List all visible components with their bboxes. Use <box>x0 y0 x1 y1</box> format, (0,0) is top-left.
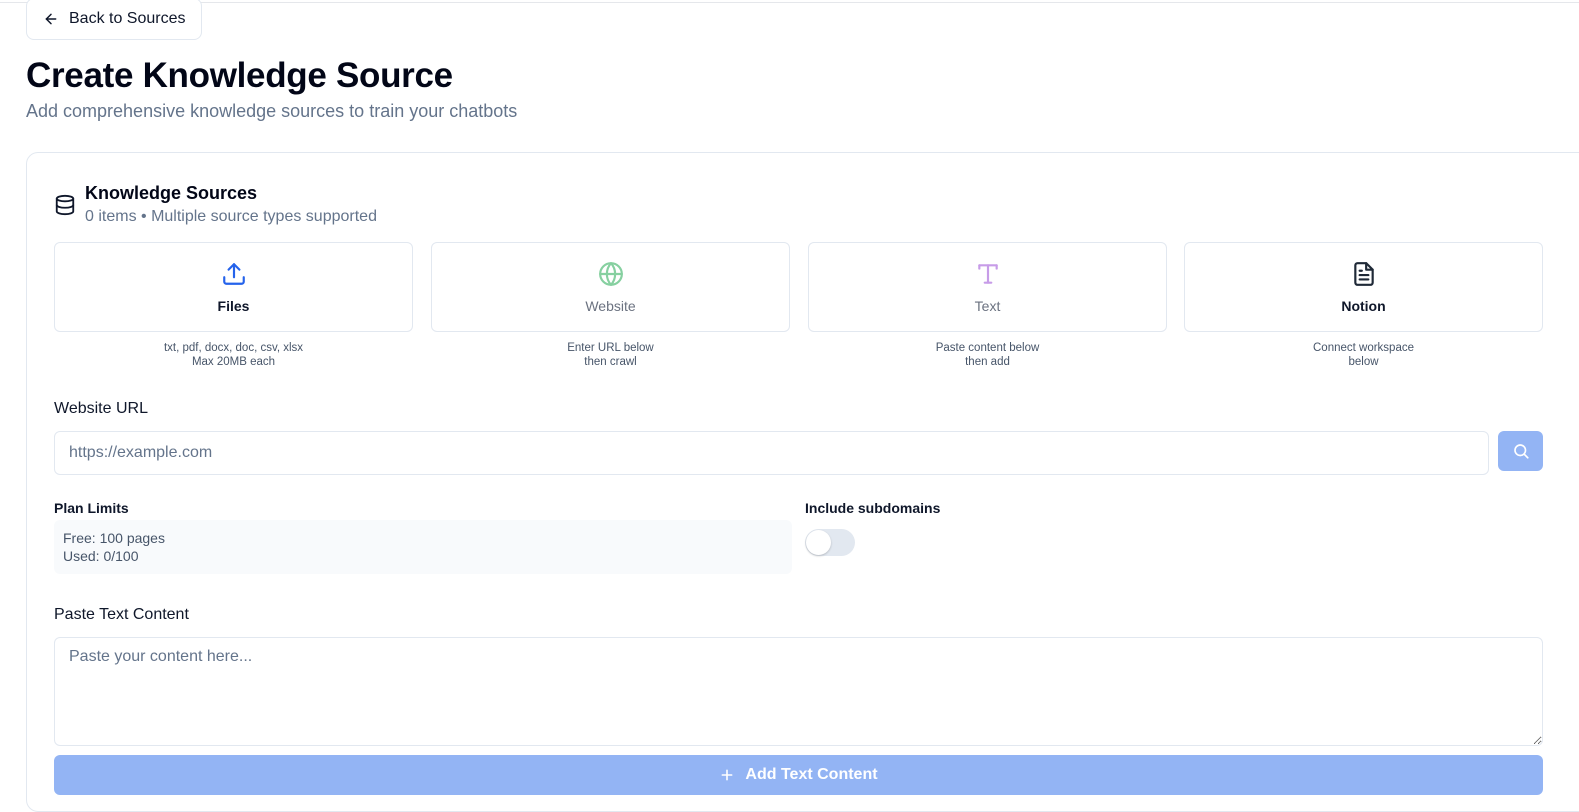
source-note-text: Paste content below then add <box>808 341 1167 369</box>
source-note-line: then add <box>965 356 1010 368</box>
plan-limits-free: Free: 100 pages <box>63 530 165 546</box>
paste-text-textarea[interactable] <box>54 637 1543 746</box>
knowledge-sources-card: Knowledge Sources 0 items • Multiple sou… <box>26 152 1579 812</box>
toggle-knob <box>806 530 831 555</box>
source-tile-website[interactable]: Website <box>431 242 790 332</box>
source-tile-label: Text <box>974 298 1001 314</box>
add-text-content-button[interactable]: Add Text Content <box>54 755 1543 795</box>
source-note-line: txt, pdf, docx, doc, csv, xlsx <box>163 342 304 354</box>
website-url-input[interactable] <box>54 431 1489 475</box>
source-note-website: Enter URL below then crawl <box>431 341 790 369</box>
plan-limits-label: Plan Limits <box>54 500 129 516</box>
knowledge-sources-title: Knowledge Sources <box>85 183 258 203</box>
plan-limits-box: Free: 100 pages Used: 0/100 <box>54 520 792 574</box>
source-tile-notion[interactable]: Notion <box>1184 242 1543 332</box>
plan-limits-used: Used: 0/100 <box>63 548 139 564</box>
back-button-label: Back to Sources <box>69 10 186 27</box>
source-tile-files[interactable]: Files <box>54 242 413 332</box>
database-icon <box>55 194 75 216</box>
crawl-search-button[interactable] <box>1498 431 1543 471</box>
source-note-line: Enter URL below <box>567 342 654 354</box>
source-tile-label: Notion <box>1341 298 1386 314</box>
source-note-line: below <box>1348 356 1379 368</box>
top-divider <box>0 2 1579 3</box>
plus-icon <box>721 769 733 781</box>
include-subdomains-toggle[interactable] <box>805 529 855 556</box>
document-icon <box>1353 262 1374 286</box>
source-note-line: Connect workspace <box>1313 342 1414 354</box>
paste-text-label: Paste Text Content <box>54 606 189 623</box>
search-icon <box>1513 444 1529 459</box>
source-note-line: then crawl <box>584 356 637 368</box>
upload-icon <box>222 263 245 285</box>
back-to-sources-button[interactable]: Back to Sources <box>26 0 202 40</box>
page-subtitle: Add comprehensive knowledge sources to t… <box>26 101 518 121</box>
globe-icon <box>598 262 623 286</box>
arrow-left-icon <box>45 13 57 25</box>
text-type-icon <box>977 264 998 284</box>
include-subdomains-label: Include subdomains <box>805 500 941 516</box>
add-text-content-label: Add Text Content <box>745 766 878 783</box>
knowledge-sources-meta: 0 items • Multiple source types supporte… <box>85 208 377 225</box>
source-note-files: txt, pdf, docx, doc, csv, xlsx Max 20MB … <box>54 341 413 369</box>
source-note-line: Paste content below <box>935 342 1040 354</box>
page-title: Create Knowledge Source <box>26 56 453 95</box>
source-tile-text[interactable]: Text <box>808 242 1167 332</box>
source-tile-label: Website <box>585 298 636 314</box>
website-url-label: Website URL <box>54 400 148 417</box>
source-note-notion: Connect workspace below <box>1184 341 1543 369</box>
source-tile-label: Files <box>217 298 250 314</box>
source-note-line: Max 20MB each <box>191 356 276 368</box>
